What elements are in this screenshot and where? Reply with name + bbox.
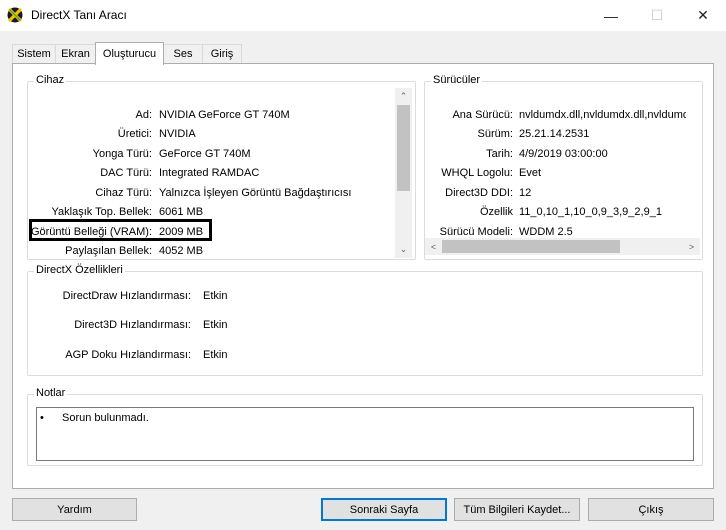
tab-label: Sistem xyxy=(17,48,51,60)
device-value-chip-type: GeForce GT 740M xyxy=(159,148,251,160)
driver-value-feature-levels: 11_0,10_1,10_0,9_3,9_2,9_1 xyxy=(519,206,662,218)
device-value-device-type: Yalnızca İşleyen Görüntü Bağdaştırıcısı xyxy=(159,187,352,199)
device-group-title: Cihaz xyxy=(34,74,67,86)
driver-value-d3d-ddi: 12 xyxy=(519,187,532,199)
tab-giris[interactable]: Giriş xyxy=(202,44,242,63)
scroll-right-icon[interactable]: > xyxy=(683,238,700,255)
tab-label: Oluşturucu xyxy=(102,48,157,60)
notes-item: Sorun bulunmadı. xyxy=(62,412,149,424)
device-value-manufacturer: NVIDIA xyxy=(159,128,196,140)
feature-value-direct3d: Etkin xyxy=(203,319,228,331)
scroll-down-icon[interactable]: ⌄ xyxy=(395,241,412,258)
driver-label-feature-levels: Özellik xyxy=(479,206,513,218)
device-label-shared-memory: Paylaşılan Bellek: xyxy=(65,245,152,257)
directx-app-icon xyxy=(7,7,23,23)
help-button-label: Yardım xyxy=(57,503,92,516)
device-scrollbar-thumb[interactable] xyxy=(397,105,410,191)
maximize-icon: ☐ xyxy=(650,7,664,23)
driver-value-version: 25.21.14.2531 xyxy=(519,128,590,140)
directx-features-title: DirectX Özellikleri xyxy=(34,264,125,276)
driver-value-whql: Evet xyxy=(519,167,542,179)
device-value-total-memory: 6061 MB xyxy=(159,206,204,218)
exit-button-label: Çıkış xyxy=(638,503,664,516)
device-label-chip-type: Yonga Türü: xyxy=(92,148,152,160)
drivers-list[interactable]: Ana Sürücü: nvldumdx.dll,nvldumdx.dll,nv… xyxy=(425,100,686,243)
window-title: DirectX Tanı Aracı xyxy=(31,8,127,22)
save-all-info-button[interactable]: Tüm Bilgileri Kaydet... xyxy=(454,498,580,521)
device-label-device-type: Cihaz Türü: xyxy=(95,187,152,199)
driver-label-version: Sürüm: xyxy=(477,128,513,140)
tab-sistem[interactable]: Sistem xyxy=(12,44,56,63)
maximize-button[interactable]: ☐ xyxy=(634,0,680,31)
driver-value-date: 4/9/2019 03:00:00 xyxy=(519,148,608,160)
driver-label-date: Tarih: xyxy=(486,148,513,160)
notes-group: Notlar • Sorun bulunmadı. xyxy=(27,387,703,466)
driver-label-main: Ana Sürücü: xyxy=(452,109,513,121)
device-label-name: Ad: xyxy=(135,109,152,121)
tab-label: Ekran xyxy=(61,48,90,60)
scroll-up-icon[interactable]: ⌃ xyxy=(395,88,412,105)
device-label-total-memory: Yaklaşık Top. Bellek: xyxy=(51,206,152,218)
close-icon: ✕ xyxy=(697,7,709,23)
scroll-left-icon[interactable]: < xyxy=(425,238,442,255)
tab-olusturucu[interactable]: Oluşturucu xyxy=(95,42,164,65)
notes-bullet-icon: • xyxy=(40,412,44,424)
driver-label-whql: WHQL Logolu: xyxy=(441,167,513,179)
help-button[interactable]: Yardım xyxy=(12,498,137,521)
notes-title: Notlar xyxy=(34,387,68,399)
next-page-button-label: Sonraki Sayfa xyxy=(349,503,419,516)
close-button[interactable]: ✕ xyxy=(680,0,726,31)
renderer-tab-panel: Cihaz Ad: NVIDIA GeForce GT 740M Üretici… xyxy=(12,63,714,489)
device-label-manufacturer: Üretici: xyxy=(117,128,152,140)
driver-value-main: nvldumdx.dll,nvldumdx.dll,nvldumdx.d xyxy=(519,109,686,121)
device-label-dac-type: DAC Türü: xyxy=(100,167,152,179)
device-scrollbar[interactable]: ⌃ ⌄ xyxy=(395,88,412,258)
feature-label-direct3d: Direct3D Hızlandırması: xyxy=(74,319,191,331)
save-all-info-button-label: Tüm Bilgileri Kaydet... xyxy=(463,503,571,516)
tab-ekran[interactable]: Ekran xyxy=(55,44,96,63)
drivers-scrollbar[interactable]: < > xyxy=(425,238,700,255)
tab-label: Giriş xyxy=(210,48,234,60)
tab-label: Ses xyxy=(173,48,193,60)
drivers-group-title: Sürücüler xyxy=(431,74,483,86)
tab-ses[interactable]: Ses xyxy=(163,44,203,63)
feature-value-directdraw: Etkin xyxy=(203,290,228,302)
minimize-button[interactable]: — xyxy=(588,0,634,31)
vram-highlight-box xyxy=(29,219,212,241)
feature-label-directdraw: DirectDraw Hızlandırması: xyxy=(62,290,191,302)
device-value-dac-type: Integrated RAMDAC xyxy=(159,167,260,179)
minimize-icon: — xyxy=(604,7,618,24)
exit-button[interactable]: Çıkış xyxy=(588,498,714,521)
drivers-scrollbar-thumb[interactable] xyxy=(442,240,620,253)
feature-value-agp: Etkin xyxy=(203,349,228,361)
notes-textbox[interactable]: • Sorun bulunmadı. xyxy=(36,407,694,461)
driver-label-d3d-ddi: Direct3D DDI: xyxy=(445,187,513,199)
next-page-button[interactable]: Sonraki Sayfa xyxy=(321,498,447,521)
title-bar[interactable]: DirectX Tanı Aracı — ☐ ✕ xyxy=(0,0,726,31)
feature-label-agp: AGP Doku Hızlandırması: xyxy=(65,349,191,361)
device-value-shared-memory: 4052 MB xyxy=(159,245,204,257)
device-value-name: NVIDIA GeForce GT 740M xyxy=(159,109,290,121)
